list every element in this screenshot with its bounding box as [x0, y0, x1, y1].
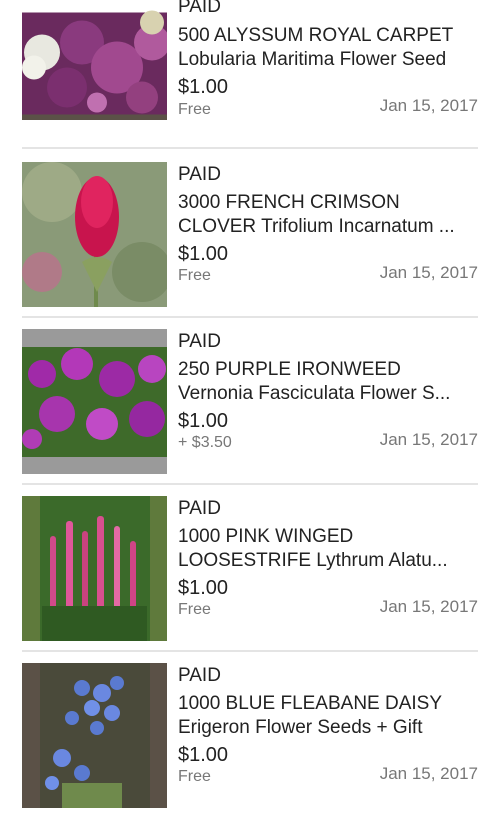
item-title-line1: 3000 FRENCH CRIMSON [178, 192, 400, 213]
item-title-line1: 250 PURPLE IRONWEED [178, 359, 401, 380]
item-title-line1: 500 ALYSSUM ROYAL CARPET [178, 25, 454, 46]
order-date: Jan 15, 2017 [379, 96, 478, 115]
loosestrife-thumbnail[interactable] [22, 496, 167, 641]
purchase-item[interactable]: PAID 3000 FRENCH CRIMSON CLOVER Trifoliu… [0, 151, 500, 318]
purchase-item[interactable]: PAID 1000 PINK WINGED LOOSESTRIFE Lythru… [0, 485, 500, 652]
fleabane-photo-icon [22, 663, 167, 808]
item-title-line2: LOOSESTRIFE Lythrum Alatu... [178, 550, 448, 571]
item-shipping: Free [178, 267, 211, 284]
item-shipping: Free [178, 768, 211, 785]
divider [22, 147, 478, 149]
item-title[interactable]: 250 PURPLE IRONWEED Vernonia Fasciculata… [178, 358, 478, 406]
item-title-line1: 1000 BLUE FLEABANE DAISY [178, 693, 443, 714]
order-date: Jan 15, 2017 [379, 263, 478, 282]
item-title[interactable]: 500 ALYSSUM ROYAL CARPET Lobularia Marit… [178, 24, 478, 72]
purchase-list: PAID 500 ALYSSUM ROYAL CARPET Lobularia … [0, 0, 500, 808]
order-date: Jan 15, 2017 [379, 764, 478, 783]
item-title[interactable]: 3000 FRENCH CRIMSON CLOVER Trifolium Inc… [178, 191, 478, 239]
order-date: Jan 15, 2017 [379, 597, 478, 616]
order-status: PAID [178, 665, 221, 686]
item-price: $1.00 [178, 76, 229, 98]
item-shipping: Free [178, 101, 211, 118]
item-price: $1.00 [178, 577, 229, 599]
item-price: $1.00 [178, 744, 229, 766]
order-status: PAID [178, 0, 221, 17]
order-status: PAID [178, 331, 221, 352]
item-price: $1.00 [178, 243, 229, 265]
loosestrife-photo-icon [22, 496, 167, 641]
alyssum-thumbnail[interactable] [22, 0, 167, 120]
item-title-line2: Erigeron Flower Seeds + Gift [178, 717, 423, 738]
order-status: PAID [178, 498, 221, 519]
item-shipping: Free [178, 601, 211, 618]
item-title-line1: 1000 PINK WINGED [178, 526, 354, 547]
item-title[interactable]: 1000 PINK WINGED LOOSESTRIFE Lythrum Ala… [178, 525, 478, 573]
ironweed-thumbnail[interactable] [22, 329, 167, 474]
crimson-clover-thumbnail[interactable] [22, 162, 167, 307]
purchase-item[interactable]: PAID 500 ALYSSUM ROYAL CARPET Lobularia … [0, 0, 500, 149]
alyssum-photo-icon [22, 10, 167, 120]
crimson-clover-photo-icon [22, 162, 167, 307]
item-title[interactable]: 1000 BLUE FLEABANE DAISY Erigeron Flower… [178, 692, 478, 740]
order-date: Jan 15, 2017 [379, 430, 478, 449]
order-status: PAID [178, 164, 221, 185]
item-title-line2: CLOVER Trifolium Incarnatum ... [178, 216, 455, 237]
ironweed-photo-icon [22, 329, 167, 474]
item-title-line2: Lobularia Maritima Flower Seed [178, 49, 447, 70]
fleabane-thumbnail[interactable] [22, 663, 167, 808]
item-title-line2: Vernonia Fasciculata Flower S... [178, 383, 451, 404]
purchase-item[interactable]: PAID 1000 BLUE FLEABANE DAISY Erigeron F… [0, 652, 500, 819]
item-shipping: + $3.50 [178, 434, 232, 451]
purchase-item[interactable]: PAID 250 PURPLE IRONWEED Vernonia Fascic… [0, 318, 500, 485]
item-price: $1.00 [178, 410, 229, 432]
